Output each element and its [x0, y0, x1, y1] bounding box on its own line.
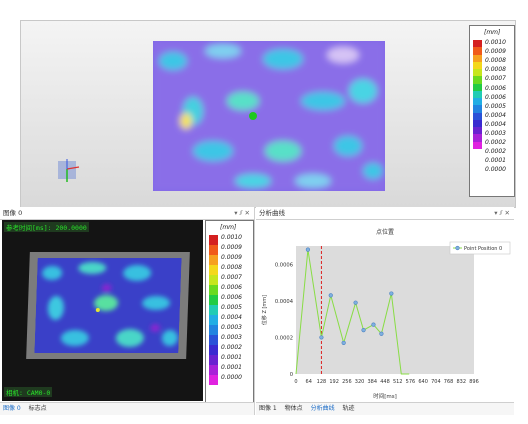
scale-bar: [209, 235, 218, 385]
scale-unit: [mm]: [220, 224, 237, 231]
legend-marker: [455, 245, 460, 251]
point-marker[interactable]: [249, 112, 257, 120]
panel-controls[interactable]: ▾ ⫽ ✕: [494, 207, 510, 219]
y-axis-label: 位移 Z [mm]: [261, 295, 268, 325]
data-point: [353, 300, 358, 305]
legend-label: Point Position 0: [464, 246, 502, 252]
x-tick-label: 768: [444, 379, 454, 385]
data-point: [389, 291, 394, 296]
scale-label: 0.0003: [221, 334, 242, 341]
scale-label: 0.0003: [221, 324, 242, 331]
x-tick-label: 384: [368, 379, 378, 385]
scale-label: 0.0000: [485, 166, 506, 174]
x-tick-label: 192: [329, 379, 339, 385]
scale-label: 0.0002: [221, 344, 242, 351]
tab-image-1[interactable]: 图像 1: [256, 403, 280, 415]
tab-trajectory[interactable]: 轨迹: [340, 403, 358, 415]
scale-label: 0.0006: [485, 93, 506, 101]
scale-label: 0.0006: [221, 284, 242, 291]
scale-label: 0.0004: [485, 120, 506, 128]
time-overlay: 参考时间[ms]: 200.0000: [4, 222, 89, 232]
specimen-image: [26, 252, 190, 359]
scale-label: 0.0002: [485, 139, 506, 147]
plot-background: [296, 246, 474, 374]
panel-controls[interactable]: ▾ ⫽ ✕: [234, 207, 250, 219]
color-scale: [mm] 0.0010 0.0009 0.0008 0.0008 0.0007 0.000…: [469, 25, 515, 197]
camera-label: 相机: CAM0-0: [4, 387, 53, 397]
x-axis-label: 时间[ms]: [373, 392, 397, 400]
scale-label: 0.0005: [485, 102, 506, 110]
tab-bar: 图像 1 物体点 分析曲线 轨迹: [256, 402, 514, 415]
3d-view[interactable]: [mm] 0.0010 0.0009 0.0008 0.0008 0.0007 0.000…: [20, 20, 516, 208]
panel-header: 图像 0 ▾ ⫽ ✕: [0, 207, 254, 220]
scale-label: 0.0008: [485, 57, 506, 65]
y-tick-label: 0.0002: [275, 335, 293, 341]
scale-label: 0.0002: [485, 148, 506, 156]
x-tick-label: 64: [306, 379, 312, 385]
x-tick-label: 128: [317, 379, 327, 385]
axes-gizmo: [53, 155, 81, 183]
line-chart: 点位置时间[ms] 位移 Z [mm] 0 0.0002 0.0004 0.0006 0 64…: [261, 228, 511, 400]
x-tick-label: 512: [393, 379, 403, 385]
y-tick-label: 0.0004: [275, 299, 294, 305]
scale-label: 0.0009: [221, 254, 242, 261]
deformation-surface-3d: [153, 41, 385, 191]
scale-unit: [mm]: [484, 29, 501, 36]
camera-view[interactable]: 参考时间[ms]: 200.0000 相机: CAM0-0: [2, 220, 203, 401]
data-point: [361, 328, 366, 333]
scale-label: 0.0003: [485, 130, 506, 137]
data-point: [379, 331, 384, 336]
x-tick-label: 320: [355, 379, 365, 385]
panel-title: 图像 0: [3, 209, 23, 217]
tab-image-0[interactable]: 图像 0: [0, 403, 24, 415]
x-tick-label: 576: [406, 379, 416, 385]
panel-header: 分析曲线 ▾ ⫽ ✕: [256, 207, 514, 220]
scale-label: 0.0000: [221, 374, 242, 381]
scale-label: 0.0004: [221, 314, 242, 321]
chart-title: 点位置: [376, 228, 394, 236]
data-point: [371, 322, 376, 327]
scale-label: 0.0006: [485, 84, 506, 92]
analysis-panel: 分析曲线 ▾ ⫽ ✕ 点位置时间[ms] 位移 Z [mm] 0 0.0002 0.00…: [256, 207, 514, 415]
scale-bar: [473, 40, 482, 149]
image-panel: 图像 0 ▾ ⫽ ✕ 参考时间[ms]: 200.0000 相机: CAM0-0…: [0, 207, 255, 415]
scale-label: 0.0010: [485, 39, 506, 46]
x-tick-label: 256: [342, 379, 352, 385]
scale-label: 0.0008: [485, 66, 506, 74]
color-scale-left: [mm] 0.0010 0.0009 0.0009 0.0008 0.0007 0.000…: [205, 220, 254, 403]
scale-label: 0.0007: [221, 274, 242, 281]
scale-label: 0.0010: [221, 234, 242, 241]
scale-label: 0.0001: [221, 364, 242, 371]
tab-object-points[interactable]: 物体点: [282, 403, 306, 415]
scale-label: 0.0006: [221, 294, 242, 301]
data-point: [319, 335, 324, 340]
y-tick-label: 0: [290, 372, 293, 378]
data-point: [328, 293, 333, 298]
y-tick-label: 0.0006: [275, 262, 293, 268]
data-point: [305, 247, 311, 252]
scale-label: 0.0004: [485, 111, 506, 119]
chart-area[interactable]: 点位置时间[ms] 位移 Z [mm] 0 0.0002 0.0004 0.0006 0 64…: [256, 220, 514, 401]
x-tick-label: 896: [469, 379, 479, 385]
scale-label: 0.0001: [485, 157, 506, 165]
x-tick-label: 0: [294, 379, 297, 385]
tab-markers[interactable]: 标志点: [26, 403, 50, 415]
tab-bar: 图像 0 标志点: [0, 402, 254, 415]
scale-label: 0.0009: [221, 244, 242, 251]
scale-label: 0.0005: [221, 304, 242, 311]
scale-label: 0.0008: [221, 264, 242, 271]
scale-label: 0.0007: [485, 75, 506, 83]
scale-label: 0.0009: [485, 48, 506, 56]
x-tick-label: 448: [380, 379, 390, 385]
panel-title: 分析曲线: [259, 209, 285, 217]
x-tick-label: 640: [418, 379, 428, 385]
scale-label: 0.0001: [221, 354, 242, 361]
x-tick-label: 704: [431, 379, 441, 385]
data-point: [341, 340, 346, 346]
tab-analysis-curve[interactable]: 分析曲线: [308, 403, 338, 415]
x-tick-label: 832: [457, 379, 467, 385]
